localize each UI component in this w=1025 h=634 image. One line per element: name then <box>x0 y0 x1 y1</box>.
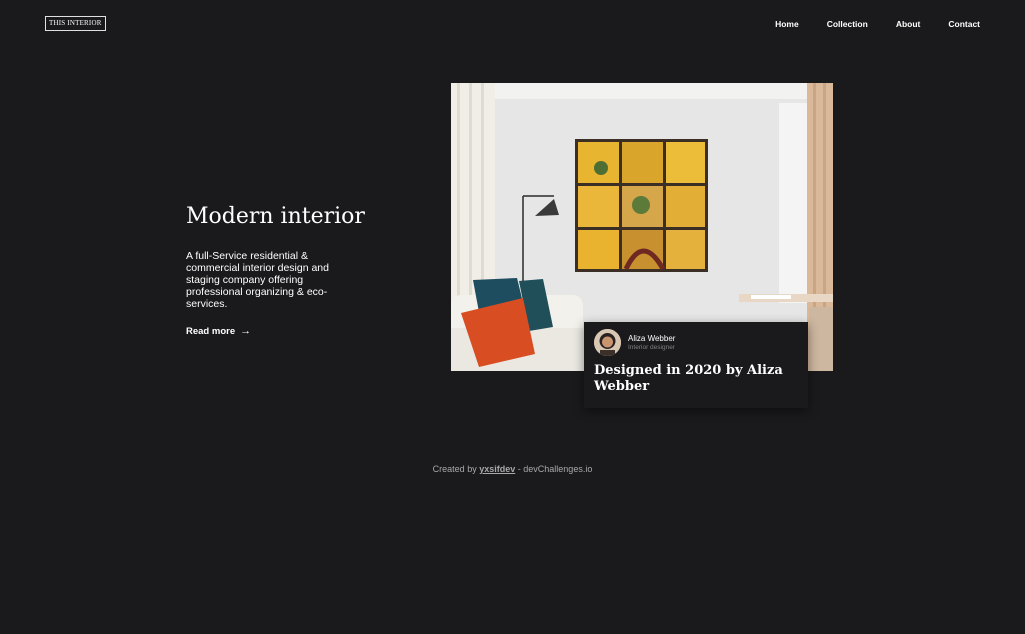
designer-role: Interior designer <box>628 344 675 351</box>
footer-site: devChallenges.io <box>523 464 593 474</box>
hero-description: A full-Service residential & commercial … <box>186 250 329 310</box>
nav-collection[interactable]: Collection <box>827 19 868 29</box>
hero-title: Modern interior <box>186 204 365 229</box>
nav-about[interactable]: About <box>896 19 921 29</box>
footer-prefix: Created by <box>432 464 477 474</box>
designer-name: Aliza Webber <box>628 334 676 343</box>
logo[interactable]: THIS INTERIOR <box>45 16 106 31</box>
avatar <box>594 329 621 356</box>
designer-card: Aliza Webber Interior designer Designed … <box>584 322 808 408</box>
nav-contact[interactable]: Contact <box>948 19 980 29</box>
footer: Created by yxsifdev - devChallenges.io <box>0 464 1025 474</box>
read-more-link[interactable]: Read more → <box>186 325 251 337</box>
footer-separator: - <box>517 464 521 474</box>
main-nav: Home Collection About Contact <box>775 19 980 29</box>
footer-author-link[interactable]: yxsifdev <box>479 464 515 474</box>
arrow-right-icon: → <box>240 325 252 337</box>
read-more-label: Read more <box>186 325 236 337</box>
card-title: Designed in 2020 by Aliza Webber <box>594 363 783 394</box>
nav-home[interactable]: Home <box>775 19 799 29</box>
